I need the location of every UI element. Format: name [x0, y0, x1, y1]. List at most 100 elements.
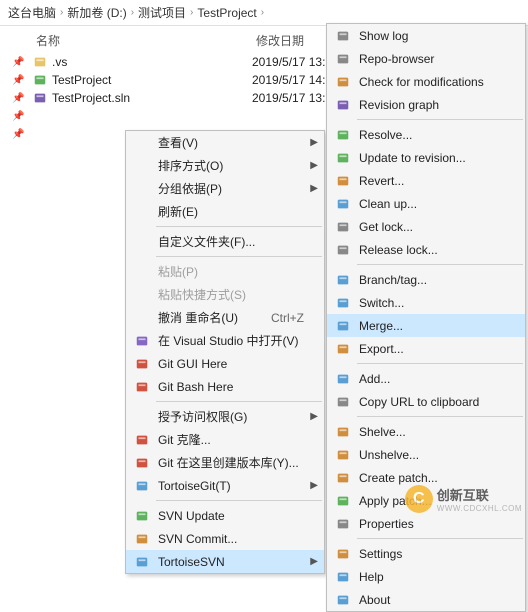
menu-label: Git Bash Here: [154, 380, 304, 394]
menu-label: Git GUI Here: [154, 357, 304, 371]
create-patch-icon: [331, 471, 355, 485]
menu-label: Switch...: [355, 296, 505, 310]
menu-label: SVN Commit...: [154, 532, 304, 546]
menu-item-repo-browser[interactable]: Repo-browser: [327, 47, 525, 70]
col-name-header[interactable]: 名称: [36, 32, 256, 49]
menu-label: Update to revision...: [355, 151, 505, 165]
menu-separator: [156, 226, 322, 227]
menu-label: Git 在这里创建版本库(Y)...: [154, 454, 304, 471]
branch-icon: [331, 273, 355, 287]
menu-item-get-lock[interactable]: Get lock...: [327, 215, 525, 238]
menu-item-unshelve[interactable]: Unshelve...: [327, 443, 525, 466]
menu-item-v[interactable]: 查看(V)▶: [126, 131, 324, 154]
unshelve-icon: [331, 448, 355, 462]
menu-separator: [156, 500, 322, 501]
pin-icon[interactable]: 📌: [12, 75, 32, 86]
chevron-right-icon: ›: [131, 7, 134, 18]
apply-patch-icon: [331, 494, 355, 508]
menu-label: 分组依据(P): [154, 180, 304, 197]
menu-item-revert[interactable]: Revert...: [327, 169, 525, 192]
menu-item-svn-update[interactable]: SVN Update: [126, 504, 324, 527]
menu-item-o[interactable]: 排序方式(O)▶: [126, 154, 324, 177]
menu-item-update-to-revision[interactable]: Update to revision...: [327, 146, 525, 169]
menu-item-properties[interactable]: Properties: [327, 512, 525, 535]
menu-item-revision-graph[interactable]: Revision graph: [327, 93, 525, 116]
bc-seg[interactable]: 测试项目: [138, 4, 186, 21]
menu-label: 在 Visual Studio 中打开(V): [154, 332, 304, 349]
file-name: TestProject.sln: [52, 91, 252, 105]
tortoisesvn-submenu[interactable]: Show logRepo-browser Check for modificati…: [326, 23, 526, 612]
menu-label: Check for modifications: [355, 75, 505, 89]
menu-label: Branch/tag...: [355, 273, 505, 287]
menu-label: Copy URL to clipboard: [355, 395, 505, 409]
menu-item-add[interactable]: Add...: [327, 367, 525, 390]
menu-item-help[interactable]: Help: [327, 565, 525, 588]
chevron-right-icon: ▶: [310, 411, 318, 422]
svn-update-icon: [130, 509, 154, 523]
menu-item-show-log[interactable]: Show log: [327, 24, 525, 47]
menu-item-release-lock[interactable]: Release lock...: [327, 238, 525, 261]
menu-item-resolve[interactable]: Resolve...: [327, 123, 525, 146]
chevron-right-icon: ›: [261, 7, 264, 18]
pin-icon[interactable]: 📌: [12, 111, 32, 122]
menu-item-shelve[interactable]: Shelve...: [327, 420, 525, 443]
chevron-right-icon: ›: [190, 7, 193, 18]
menu-item-git-gui-here[interactable]: Git GUI Here: [126, 352, 324, 375]
menu-item-tortoisegit-t[interactable]: TortoiseGit(T)▶: [126, 474, 324, 497]
menu-item-settings[interactable]: Settings: [327, 542, 525, 565]
menu-item-git-bash-here[interactable]: Git Bash Here: [126, 375, 324, 398]
watermark: C 创新互联 WWW.CDCXHL.COM: [405, 485, 522, 513]
merge-icon: [331, 319, 355, 333]
menu-item-u[interactable]: 撤消 重命名(U)Ctrl+Z: [126, 306, 324, 329]
menu-item-git-y[interactable]: Git 在这里创建版本库(Y)...: [126, 451, 324, 474]
switch-icon: [331, 296, 355, 310]
menu-item-g[interactable]: 授予访问权限(G)▶: [126, 405, 324, 428]
menu-item-git[interactable]: Git 克隆...: [126, 428, 324, 451]
copy-icon: [331, 395, 355, 409]
log-icon: [331, 29, 355, 43]
menu-item-clean-up[interactable]: Clean up...: [327, 192, 525, 215]
menu-item-svn-commit[interactable]: SVN Commit...: [126, 527, 324, 550]
menu-item-p[interactable]: 分组依据(P) ▶: [126, 177, 324, 200]
menu-item-branch-tag[interactable]: Branch/tag...: [327, 268, 525, 291]
menu-label: Get lock...: [355, 220, 505, 234]
watermark-logo-icon: C: [405, 485, 433, 513]
context-menu[interactable]: 查看(V)▶排序方式(O)▶分组依据(P)▶刷新(E)自定义文件夹(F)...粘…: [125, 130, 325, 574]
chevron-right-icon: ▶: [310, 556, 318, 567]
export-icon: [331, 342, 355, 356]
menu-item-tortoisesvn[interactable]: TortoiseSVN▶: [126, 550, 324, 573]
menu-shortcut: Ctrl+Z: [251, 311, 304, 325]
menu-item-about[interactable]: About: [327, 588, 525, 611]
menu-separator: [357, 416, 523, 417]
menu-label: 刷新(E): [154, 203, 304, 220]
pin-icon[interactable]: 📌: [12, 129, 32, 140]
revert-icon: [331, 174, 355, 188]
menu-separator: [357, 538, 523, 539]
cleanup-icon: [331, 197, 355, 211]
chevron-right-icon: ▶: [310, 183, 318, 194]
menu-label: Shelve...: [355, 425, 505, 439]
menu-item-e[interactable]: 刷新(E): [126, 200, 324, 223]
menu-label: Unshelve...: [355, 448, 505, 462]
unlock-icon: [331, 243, 355, 257]
menu-label: Merge...: [355, 319, 505, 333]
bc-seg[interactable]: 这台电脑: [8, 4, 56, 21]
menu-item-f[interactable]: 自定义文件夹(F)...: [126, 230, 324, 253]
vs-icon: [130, 334, 154, 348]
bc-seg[interactable]: 新加卷 (D:): [67, 4, 126, 21]
watermark-text: 创新互联: [437, 485, 522, 504]
pin-icon[interactable]: 📌: [12, 93, 32, 104]
menu-item-export[interactable]: Export...: [327, 337, 525, 360]
menu-item-check-for-modifications[interactable]: Check for modifications: [327, 70, 525, 93]
menu-label: Clean up...: [355, 197, 505, 211]
pin-icon[interactable]: 📌: [12, 57, 32, 68]
menu-item-merge[interactable]: Merge...: [327, 314, 525, 337]
menu-item-visual-studio-v[interactable]: 在 Visual Studio 中打开(V): [126, 329, 324, 352]
menu-item-copy-url-to-clipboard[interactable]: Copy URL to clipboard: [327, 390, 525, 413]
bc-seg[interactable]: TestProject: [197, 6, 256, 20]
tortoise-svn-icon: [130, 555, 154, 569]
svn-commit-icon: [130, 532, 154, 546]
menu-item-switch[interactable]: Switch...: [327, 291, 525, 314]
shelve-icon: [331, 425, 355, 439]
git-clone-icon: [130, 433, 154, 447]
